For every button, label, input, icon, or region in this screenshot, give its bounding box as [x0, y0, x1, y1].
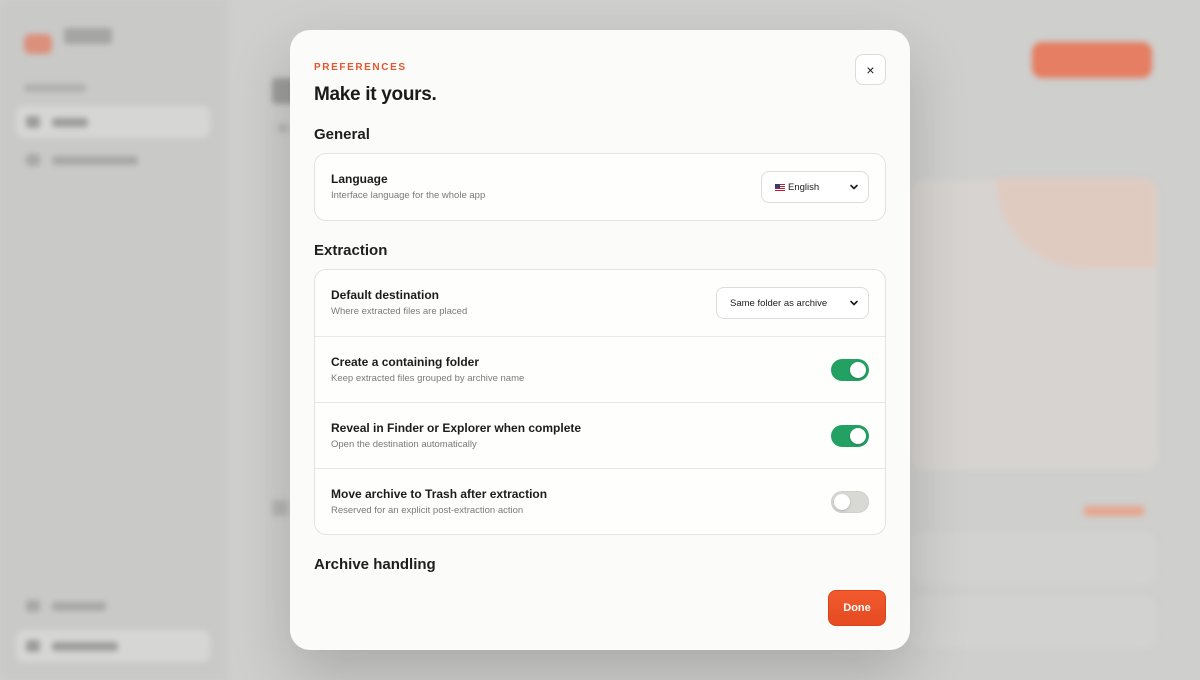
background-nav-icon — [26, 116, 40, 128]
language-select-value: English — [788, 181, 820, 193]
section-title-general: General — [314, 126, 370, 143]
background-sidebar — [0, 0, 226, 680]
background-list-item — [910, 596, 1156, 648]
containing-folder-description: Keep extracted files grouped by archive … — [331, 373, 525, 384]
trash-row: Move archive to Trash after extraction R… — [315, 468, 885, 534]
us-flag-icon — [775, 183, 785, 191]
background-logo-text — [64, 28, 112, 44]
destination-select-value: Same folder as archive — [730, 297, 828, 309]
toggle-knob — [850, 428, 866, 444]
background-list-item — [910, 532, 1156, 584]
containing-folder-row: Create a containing folder Keep extracte… — [315, 336, 885, 402]
modal-eyebrow: PREFERENCES — [314, 62, 407, 73]
background-list-icon — [272, 500, 288, 516]
chevron-down-icon — [848, 297, 860, 309]
language-description: Interface language for the whole app — [331, 190, 486, 201]
done-button[interactable]: Done — [828, 590, 886, 626]
modal-scroll-area[interactable]: PREFERENCES Make it yours. General Langu… — [314, 30, 886, 574]
reveal-row: Reveal in Finder or Explorer when comple… — [315, 402, 885, 468]
trash-description: Reserved for an explicit post-extraction… — [331, 505, 524, 516]
destination-row: Default destination Where extracted file… — [315, 270, 885, 336]
containing-folder-label: Create a containing folder — [331, 355, 480, 369]
background-subtitle — [278, 124, 288, 132]
extraction-card: Default destination Where extracted file… — [314, 269, 886, 535]
section-title-archive-handling: Archive handling — [314, 556, 436, 573]
trash-toggle[interactable] — [831, 491, 869, 513]
language-row: Language Interface language for the whol… — [315, 154, 885, 220]
language-select[interactable]: English — [761, 171, 869, 203]
reveal-description: Open the destination automatically — [331, 439, 477, 450]
background-nav-label — [52, 642, 118, 651]
background-nav-label — [52, 118, 88, 127]
trash-label: Move archive to Trash after extraction — [331, 487, 548, 501]
destination-description: Where extracted files are placed — [331, 306, 468, 317]
background-nav-icon — [26, 640, 40, 652]
destination-select[interactable]: Same folder as archive — [716, 287, 869, 319]
reveal-toggle[interactable] — [831, 425, 869, 447]
preferences-modal: PREFERENCES Make it yours. General Langu… — [290, 30, 910, 650]
reveal-label: Reveal in Finder or Explorer when comple… — [331, 421, 582, 435]
background-link — [1084, 506, 1144, 516]
background-section-label — [24, 84, 86, 92]
toggle-knob — [850, 362, 866, 378]
background-nav-label — [52, 156, 138, 165]
destination-label: Default destination — [331, 288, 440, 302]
section-title-extraction: Extraction — [314, 242, 388, 259]
background-primary-button — [1032, 42, 1152, 78]
close-button[interactable]: × — [855, 54, 886, 85]
background-nav-item-active — [16, 106, 210, 138]
general-card: Language Interface language for the whol… — [314, 153, 886, 221]
background-nav-icon — [26, 600, 40, 612]
background-logo — [24, 34, 52, 54]
toggle-knob — [834, 494, 850, 510]
background-nav-icon — [26, 154, 40, 166]
chevron-down-icon — [848, 181, 860, 193]
containing-folder-toggle[interactable] — [831, 359, 869, 381]
close-icon: × — [866, 61, 875, 78]
language-label: Language — [331, 172, 388, 186]
background-nav-label — [52, 602, 106, 611]
modal-title: Make it yours. — [314, 84, 437, 105]
